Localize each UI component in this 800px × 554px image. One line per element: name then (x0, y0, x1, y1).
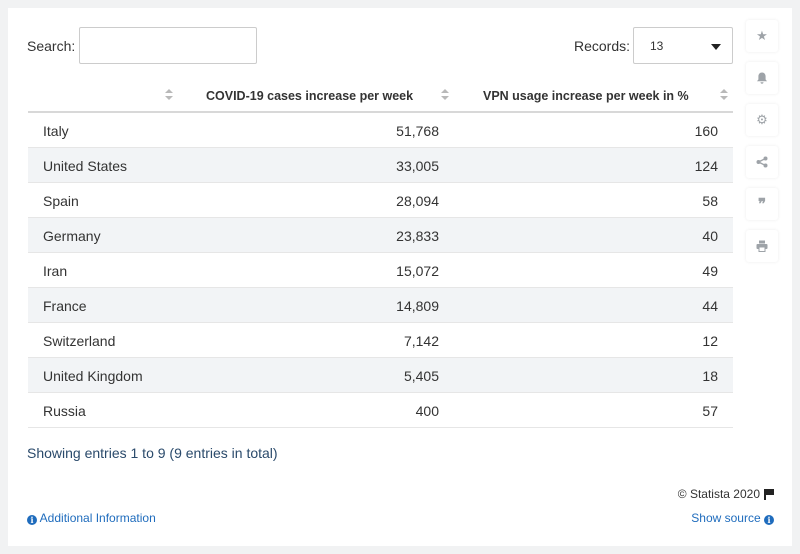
cell-covid-cases: 7,142 (403, 333, 439, 349)
favorite-button[interactable]: ★ (746, 20, 778, 52)
cell-covid-cases: 400 (415, 403, 439, 419)
share-icon (756, 156, 768, 168)
cite-button[interactable]: ❞ (746, 188, 778, 220)
records-select[interactable]: 13 (633, 27, 733, 64)
table-card: Search: Records: 13 COVID-19 cases incre… (8, 8, 792, 546)
entries-summary: Showing entries 1 to 9 (9 entries in tot… (27, 445, 278, 461)
sort-icon[interactable] (165, 88, 173, 102)
table-row: United States 33,005 124 (28, 148, 733, 183)
cell-vpn-usage: 124 (694, 158, 718, 174)
search-input[interactable] (79, 27, 257, 64)
info-icon: i (764, 515, 774, 525)
info-icon: i (27, 515, 37, 525)
sort-icon[interactable] (720, 88, 728, 102)
star-icon: ★ (756, 28, 768, 43)
quote-icon: ❞ (757, 196, 767, 213)
records-select-value: 13 (650, 39, 664, 53)
copyright: © Statista 2020 (678, 487, 774, 501)
cell-country: Germany (43, 228, 101, 244)
table-row: Switzerland 7,142 12 (28, 323, 733, 358)
copyright-text: © Statista 2020 (677, 487, 760, 501)
flag-icon[interactable] (764, 489, 774, 500)
cell-covid-cases: 51,768 (396, 123, 439, 139)
cell-covid-cases: 28,094 (396, 193, 439, 209)
column-header-vpn-usage[interactable]: VPN usage increase per week in % (483, 89, 689, 103)
table-body: Italy 51,768 160 United States 33,005 124 Spai… (28, 113, 733, 428)
table-row: Iran 15,072 49 (28, 253, 733, 288)
cell-country: United States (43, 158, 128, 174)
show-source-label: Show source (691, 511, 761, 525)
bell-icon (757, 72, 767, 84)
table-row: France 14,809 44 (28, 288, 733, 323)
cell-covid-cases: 5,405 (403, 368, 439, 384)
cell-country: United Kingdom (43, 368, 143, 384)
table-row: Russia 400 57 (28, 393, 733, 428)
table-row: Italy 51,768 160 (28, 113, 733, 148)
cell-vpn-usage: 18 (702, 368, 718, 384)
additional-information-link[interactable]: i Additional Information (27, 511, 156, 525)
table-row: Germany 23,833 40 (28, 218, 733, 253)
cell-country: Spain (43, 193, 79, 209)
cell-vpn-usage: 58 (702, 193, 718, 209)
table-header: COVID-19 cases increase per week VPN usa… (28, 78, 733, 113)
cell-covid-cases: 15,072 (396, 263, 439, 279)
chevron-down-icon (711, 44, 721, 50)
share-button[interactable] (746, 146, 778, 178)
cell-covid-cases: 14,809 (396, 298, 439, 314)
additional-information-label: Additional Information (39, 511, 156, 525)
show-source-link[interactable]: Show source i (691, 511, 774, 525)
gear-icon: ⚙ (756, 112, 768, 127)
data-table: COVID-19 cases increase per week VPN usa… (28, 78, 733, 428)
print-icon (756, 240, 768, 252)
sort-icon[interactable] (441, 88, 449, 102)
notification-button[interactable] (746, 62, 778, 94)
cell-vpn-usage: 49 (702, 263, 718, 279)
records-label: Records: (574, 38, 631, 54)
cell-vpn-usage: 40 (702, 228, 718, 244)
cell-country: Italy (43, 123, 69, 139)
column-header-covid-cases[interactable]: COVID-19 cases increase per week (206, 89, 413, 103)
cell-vpn-usage: 57 (702, 403, 718, 419)
settings-button[interactable]: ⚙ (746, 104, 778, 136)
print-button[interactable] (746, 230, 778, 262)
cell-country: Iran (43, 263, 68, 279)
cell-vpn-usage: 12 (702, 333, 718, 349)
cell-covid-cases: 33,005 (396, 158, 439, 174)
cell-vpn-usage: 44 (702, 298, 718, 314)
cell-country: Switzerland (43, 333, 116, 349)
cell-country: Russia (43, 403, 86, 419)
cell-covid-cases: 23,833 (396, 228, 439, 244)
table-row: Spain 28,094 58 (28, 183, 733, 218)
table-row: United Kingdom 5,405 18 (28, 358, 733, 393)
cell-vpn-usage: 160 (694, 123, 718, 139)
search-label: Search: (27, 38, 76, 54)
cell-country: France (43, 298, 87, 314)
